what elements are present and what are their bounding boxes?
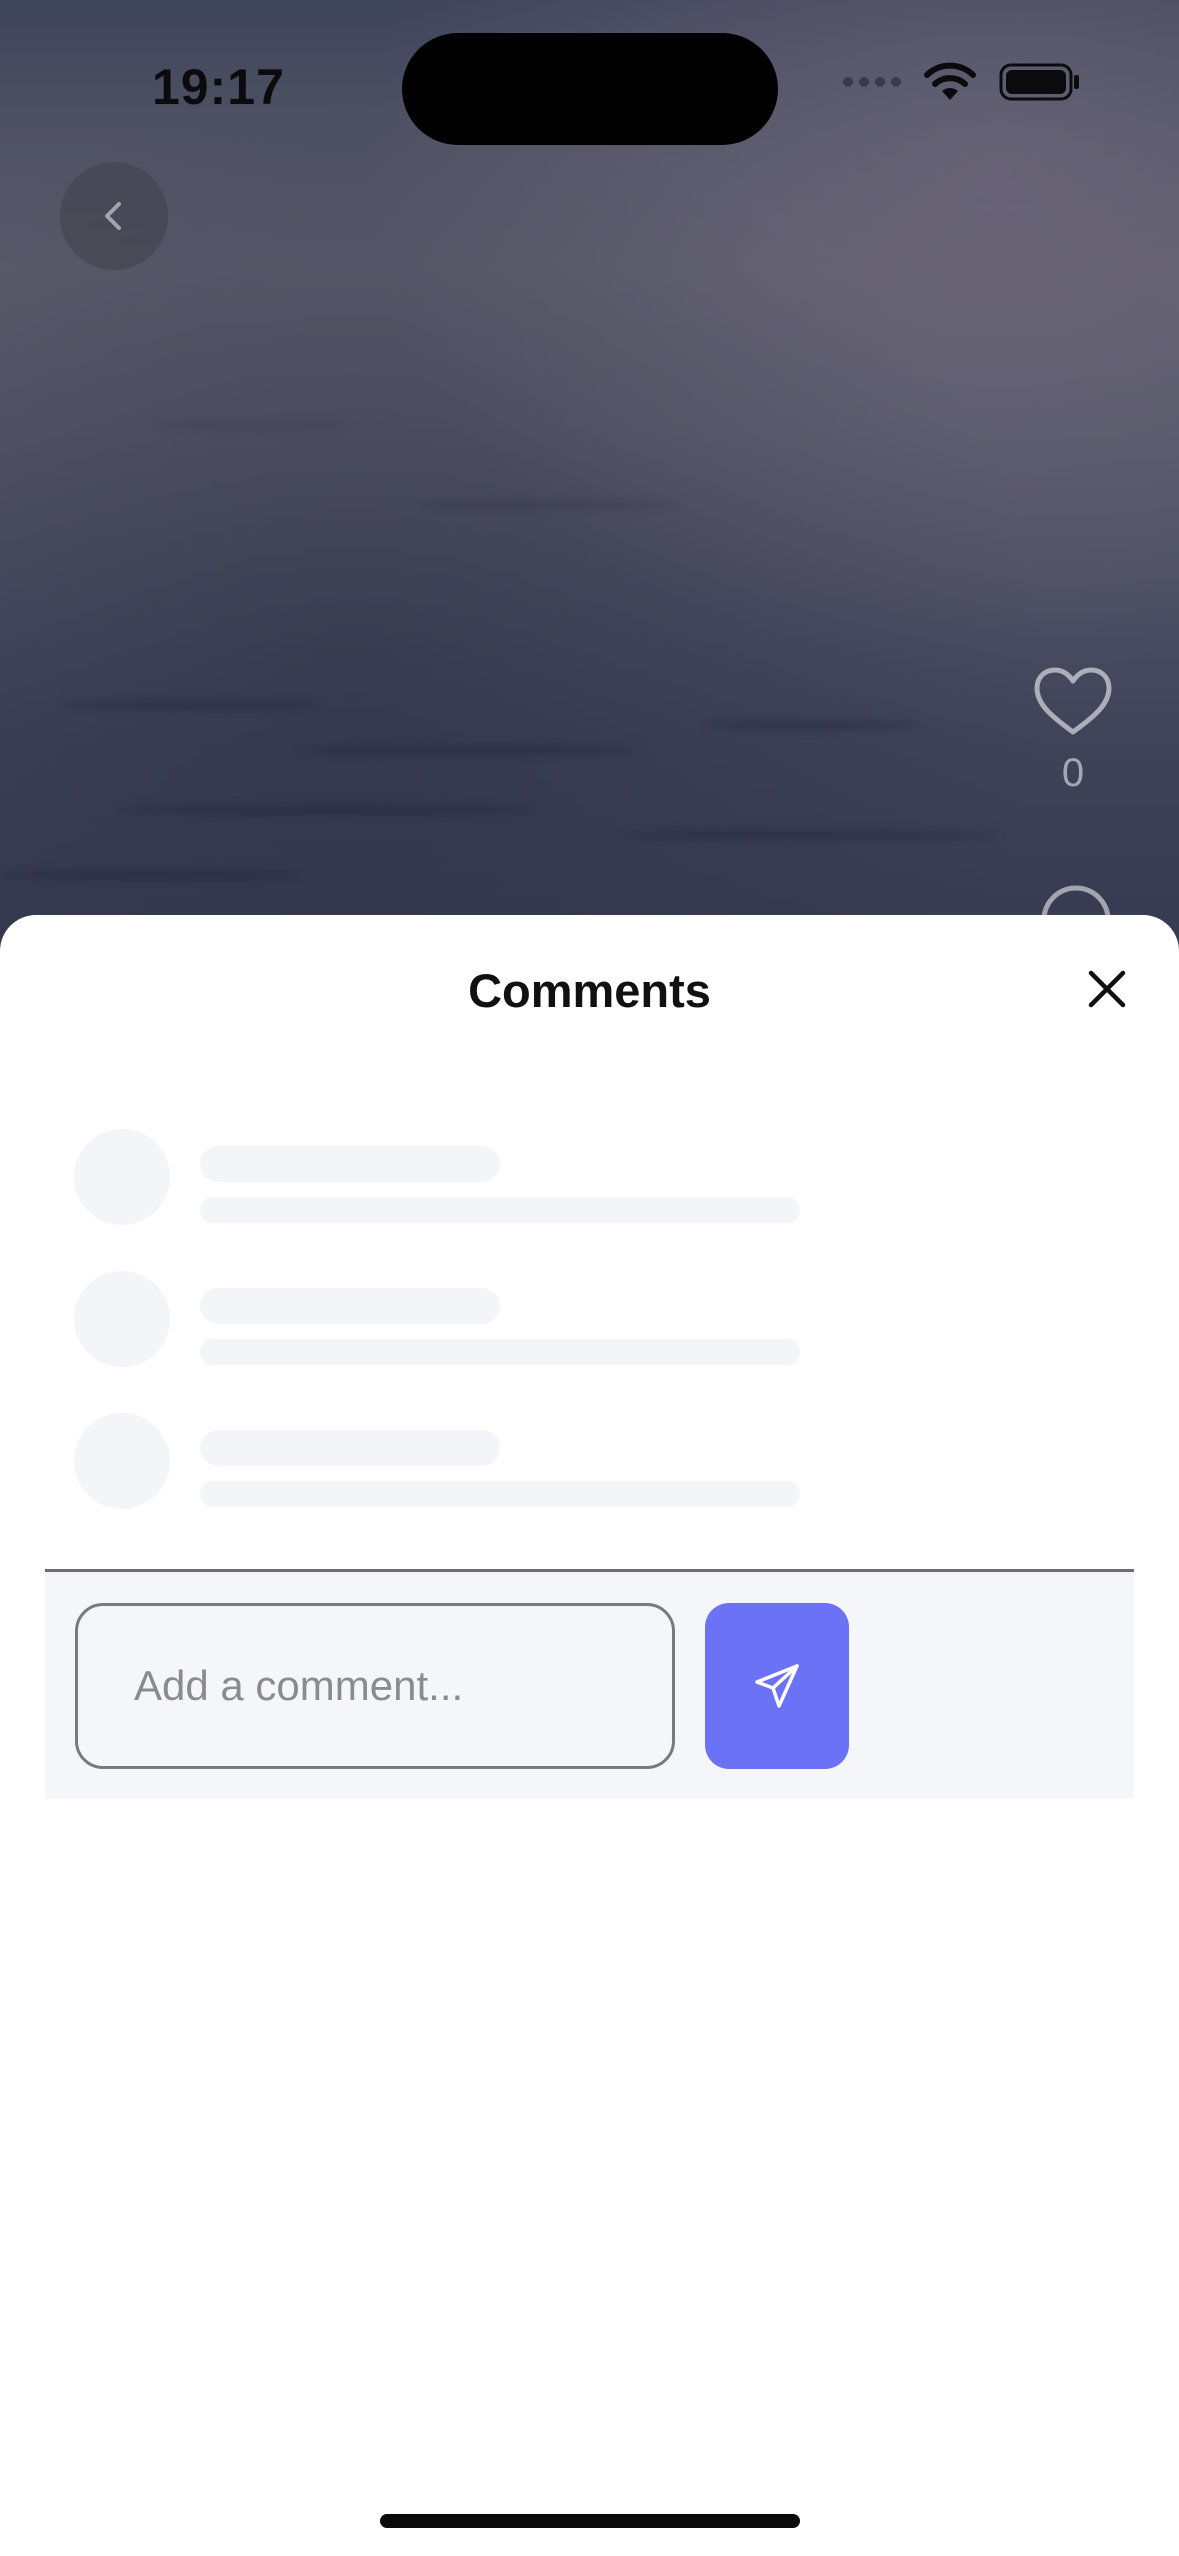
water-texture xyxy=(60,700,320,710)
status-time: 19:17 xyxy=(152,59,285,115)
send-button[interactable] xyxy=(705,1603,849,1769)
home-indicator xyxy=(380,2514,800,2528)
skeleton-line xyxy=(200,1339,800,1365)
water-texture xyxy=(700,720,920,730)
skeleton-line xyxy=(200,1430,500,1466)
comment-skeleton xyxy=(74,1413,834,1555)
comments-loading-list xyxy=(74,1129,834,1555)
comment-input-bar xyxy=(45,1569,1134,1799)
water-texture xyxy=(0,870,300,880)
skeleton-avatar xyxy=(74,1271,170,1367)
comments-sheet: Comments xyxy=(0,915,1179,2556)
send-icon xyxy=(755,1664,799,1708)
water-texture xyxy=(300,745,640,755)
like-count: 0 xyxy=(1061,751,1085,795)
side-actions: 0 xyxy=(1030,664,1116,796)
comment-skeleton xyxy=(74,1129,834,1271)
signal-dots-icon xyxy=(843,77,901,87)
skeleton-line xyxy=(200,1481,800,1507)
status-icons xyxy=(843,62,1081,102)
like-button[interactable] xyxy=(1031,664,1115,743)
close-button[interactable] xyxy=(1083,965,1131,1013)
close-icon xyxy=(1088,970,1126,1008)
water-texture xyxy=(420,500,680,510)
water-texture xyxy=(620,830,1000,840)
skeleton-line xyxy=(200,1288,500,1324)
sheet-title: Comments xyxy=(468,964,711,1017)
water-texture xyxy=(120,805,540,815)
dynamic-island xyxy=(402,33,778,145)
skeleton-avatar xyxy=(74,1413,170,1509)
skeleton-line xyxy=(200,1146,500,1182)
wifi-icon xyxy=(924,62,976,100)
comment-skeleton xyxy=(74,1271,834,1413)
battery-icon xyxy=(999,63,1079,101)
water-texture xyxy=(150,420,350,430)
comment-input[interactable] xyxy=(75,1603,675,1769)
skeleton-avatar xyxy=(74,1129,170,1225)
chevron-left-icon xyxy=(105,202,121,230)
heart-icon xyxy=(1034,667,1112,735)
back-button[interactable] xyxy=(60,162,168,270)
skeleton-line xyxy=(200,1197,800,1223)
